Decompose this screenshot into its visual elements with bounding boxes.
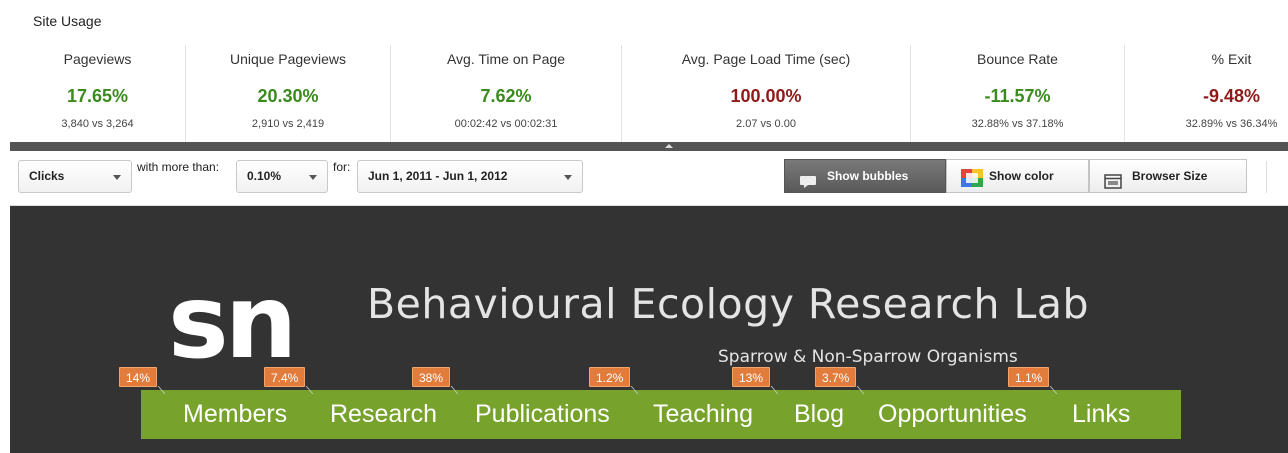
site-preview: sn Behavioural Ecology Research Lab Spar…	[10, 206, 1288, 453]
metric-bounce-rate[interactable]: Bounce Rate -11.57% 32.88% vs 37.18%	[910, 45, 1124, 142]
click-bubble-members[interactable]: 14%	[119, 367, 166, 394]
bubble-value: 3.7%	[822, 371, 850, 385]
overlay-toolbar: Clicks with more than: 0.10% for: Jun 1,…	[10, 151, 1288, 206]
nav-link-teaching[interactable]: Teaching	[653, 400, 753, 429]
bubble-value: 14%	[126, 371, 151, 385]
metric-value: -9.48%	[1202, 86, 1261, 106]
chevron-down-icon	[309, 175, 317, 180]
metric-value: 20.30%	[257, 86, 319, 106]
site-subtitle: Sparrow & Non-Sparrow Organisms	[718, 347, 1018, 367]
show-color-button[interactable]: Show color	[946, 159, 1089, 193]
browser-size-button[interactable]: Browser Size	[1089, 159, 1247, 193]
site-logo: sn	[168, 263, 297, 382]
metric-value: 100.00%	[730, 86, 802, 106]
view-toggle-group: Show bubbles Show color Browser Size	[784, 159, 1247, 193]
nav-link-research[interactable]: Research	[330, 400, 437, 429]
metric-value: 7.62%	[480, 86, 532, 106]
metrics-panel: Pageviews 17.65% 3,840 vs 3,264 Unique P…	[10, 45, 1288, 142]
metric-avg-page-load-time[interactable]: Avg. Page Load Time (sec) 100.00% 2.07 v…	[621, 45, 910, 142]
site-title: Behavioural Ecology Research Lab	[367, 280, 1090, 328]
metric-value: -11.57%	[984, 86, 1051, 106]
site-nav-bar: Members Research Publications Teaching B…	[141, 390, 1181, 439]
toolbar-separator	[1266, 161, 1267, 193]
bubble-value: 7.4%	[271, 371, 299, 385]
metric-compare: 2.07 vs 0.00	[736, 118, 796, 130]
chevron-down-icon	[564, 175, 572, 180]
nav-link-links[interactable]: Links	[1072, 400, 1130, 429]
metric-compare: 32.89% vs 36.34%	[1185, 118, 1278, 130]
threshold-label: with more than:	[137, 160, 220, 174]
nav-link-opportunities[interactable]: Opportunities	[878, 400, 1027, 429]
click-bubble-publications[interactable]: 38%	[412, 367, 459, 394]
color-palette-icon	[961, 167, 983, 199]
threshold-select-value: 0.10%	[247, 169, 282, 183]
show-bubbles-button[interactable]: Show bubbles	[784, 159, 946, 193]
metric-value: 17.65%	[66, 86, 129, 106]
show-color-label: Show color	[989, 169, 1054, 183]
chevron-down-icon	[113, 175, 121, 180]
click-bubble-opportunities[interactable]: 3.7%	[815, 367, 865, 394]
metric-select[interactable]: Clicks	[18, 160, 132, 193]
metric-compare: 2,910 vs 2,419	[251, 118, 325, 130]
nav-link-publications[interactable]: Publications	[475, 400, 610, 429]
date-label: for:	[333, 160, 351, 174]
click-bubble-links[interactable]: 1.1%	[1008, 367, 1058, 394]
metric-avg-time-on-page[interactable]: Avg. Time on Page 7.62% 00:02:42 vs 00:0…	[390, 45, 621, 142]
metric-compare: 32.88% vs 37.18%	[971, 118, 1064, 130]
date-range-select[interactable]: Jun 1, 2011 - Jun 1, 2012	[357, 160, 583, 193]
speech-bubble-icon	[799, 169, 817, 201]
site-usage-title: Site Usage	[33, 13, 102, 29]
metric-label: Avg. Page Load Time (sec)	[681, 51, 851, 67]
metric-compare: 3,840 vs 3,264	[61, 118, 134, 130]
browser-size-label: Browser Size	[1132, 169, 1208, 183]
bubble-value: 13%	[739, 371, 764, 385]
threshold-select[interactable]: 0.10%	[236, 160, 328, 193]
metric-compare: 00:02:42 vs 00:02:31	[454, 118, 558, 130]
click-bubble-research[interactable]: 7.4%	[264, 367, 314, 394]
metric-label: Avg. Time on Page	[446, 51, 566, 67]
metric-unique-pageviews[interactable]: Unique Pageviews 20.30% 2,910 vs 2,419	[185, 45, 390, 142]
show-bubbles-label: Show bubbles	[827, 169, 909, 183]
metric-label: Unique Pageviews	[230, 51, 346, 67]
date-range-value: Jun 1, 2011 - Jun 1, 2012	[368, 169, 508, 183]
metric-select-value: Clicks	[29, 169, 65, 183]
bubble-value: 1.1%	[1015, 371, 1043, 385]
browser-window-icon	[1104, 169, 1122, 201]
metric-label: Pageviews	[63, 51, 132, 67]
nav-link-members[interactable]: Members	[183, 400, 287, 429]
bubble-value: 38%	[419, 371, 444, 385]
bubble-value: 1.2%	[596, 371, 624, 385]
click-bubble-blog[interactable]: 13%	[732, 367, 779, 394]
metric-label: % Exit	[1211, 51, 1252, 67]
metric-pageviews[interactable]: Pageviews 17.65% 3,840 vs 3,264	[10, 45, 185, 142]
collapse-bar[interactable]	[10, 142, 1288, 151]
collapse-caret-icon[interactable]	[665, 144, 673, 148]
metric-label: Bounce Rate	[977, 51, 1058, 67]
click-bubble-teaching[interactable]: 1.2%	[589, 367, 639, 394]
nav-link-blog[interactable]: Blog	[794, 400, 844, 429]
metric-exit[interactable]: % Exit -9.48% 32.89% vs 36.34%	[1124, 45, 1288, 142]
